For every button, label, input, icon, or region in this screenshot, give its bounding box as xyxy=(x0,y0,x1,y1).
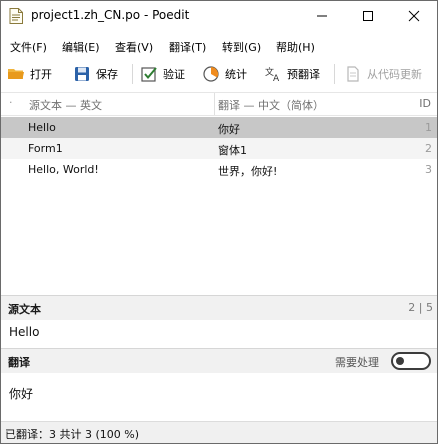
folder-icon xyxy=(8,69,24,79)
open-label: 打开 xyxy=(30,68,52,81)
table-row[interactable]: Form1 窗体1 2 xyxy=(1,138,437,159)
source-pane-title: 源文本 xyxy=(8,303,41,316)
statistics-label: 统计 xyxy=(225,68,247,81)
source-text: Hello xyxy=(9,325,40,339)
row-id: 1 xyxy=(425,121,432,134)
open-button[interactable]: 打开 xyxy=(7,61,52,87)
pretranslate-button[interactable]: 文 A 预翻译 xyxy=(264,61,320,87)
toolbar: 打开 保存 验证 统计 文 A 预翻译 从代码更新 xyxy=(1,61,437,87)
close-icon xyxy=(408,10,420,22)
title-bar: project1.zh_CN.po - Poedit xyxy=(1,1,437,31)
validate-button[interactable]: 验证 xyxy=(140,61,185,87)
toolbar-separator xyxy=(334,64,335,84)
maximize-button[interactable] xyxy=(345,1,391,31)
svg-text:A: A xyxy=(273,74,280,83)
row-id: 3 xyxy=(425,163,432,176)
save-label: 保存 xyxy=(96,68,118,81)
poedit-document-icon xyxy=(9,8,23,24)
save-button[interactable]: 保存 xyxy=(73,61,118,87)
maximize-icon xyxy=(363,11,373,21)
save-icon xyxy=(75,67,89,81)
row-source: Form1 xyxy=(28,142,63,155)
toggle-knob xyxy=(396,357,404,365)
row-id: 2 xyxy=(425,142,432,155)
update-from-code-button[interactable]: 从代码更新 xyxy=(344,61,422,87)
menu-help[interactable]: 帮助(H) xyxy=(276,39,315,55)
translate-icon: 文 A xyxy=(265,66,280,83)
statistics-button[interactable]: 统计 xyxy=(202,61,247,87)
menu-file[interactable]: 文件(F) xyxy=(10,39,47,55)
pie-chart-icon xyxy=(203,66,219,82)
translation-input[interactable]: 你好 xyxy=(9,385,33,402)
menu-translate[interactable]: 翻译(T) xyxy=(169,39,206,55)
menu-bar: 文件(F) 编辑(E) 查看(V) 翻译(T) 转到(G) 帮助(H) xyxy=(1,37,437,57)
status-bar: 已翻译：3 共计 3 (100 %) xyxy=(1,421,437,443)
source-pane-header: 源文本 2 | 5 xyxy=(1,296,437,320)
poedit-window: project1.zh_CN.po - Poedit 文件(F) 编辑(E) 查… xyxy=(0,0,438,444)
needs-work-toggle[interactable] xyxy=(391,352,431,370)
update-from-code-label: 从代码更新 xyxy=(367,68,422,81)
menu-view[interactable]: 查看(V) xyxy=(115,39,153,55)
table-row[interactable]: Hello, World! 世界，你好! 3 xyxy=(1,159,437,180)
translation-pane-title: 翻译 xyxy=(8,356,30,369)
menu-edit[interactable]: 编辑(E) xyxy=(62,39,100,55)
validate-label: 验证 xyxy=(163,68,185,81)
column-divider[interactable] xyxy=(214,93,215,115)
close-button[interactable] xyxy=(391,1,437,31)
row-source: Hello, World! xyxy=(28,163,99,176)
needs-work-label: 需要处理 xyxy=(335,356,379,369)
window-title: project1.zh_CN.po - Poedit xyxy=(31,8,190,22)
toolbar-separator xyxy=(132,64,133,84)
row-source: Hello xyxy=(28,121,56,134)
translation-pane-header: 翻译 需要处理 xyxy=(1,349,437,373)
pretranslate-label: 预翻译 xyxy=(287,68,320,81)
minimize-icon xyxy=(317,15,327,17)
checkbox-icon xyxy=(141,67,157,82)
row-translation: 世界，你好! xyxy=(218,165,278,178)
document-refresh-icon xyxy=(347,66,359,82)
table-row[interactable]: Hello 你好 1 xyxy=(1,117,437,138)
row-translation: 窗体1 xyxy=(218,144,247,157)
status-text: 已翻译：3 共计 3 (100 %) xyxy=(5,428,140,441)
column-header-id[interactable]: ID xyxy=(419,97,431,110)
column-header-translation[interactable]: 翻译 — 中文（简体） xyxy=(218,97,324,113)
minimize-button[interactable] xyxy=(299,1,345,31)
column-header-source[interactable]: 源文本 — 英文 xyxy=(29,97,102,113)
menu-goto[interactable]: 转到(G) xyxy=(222,39,261,55)
row-translation: 你好 xyxy=(218,123,240,136)
translation-list-header: · 源文本 — 英文 翻译 — 中文（简体） ID xyxy=(1,92,437,116)
sort-indicator-icon: · xyxy=(9,96,13,109)
source-counter: 2 | 5 xyxy=(408,301,433,314)
